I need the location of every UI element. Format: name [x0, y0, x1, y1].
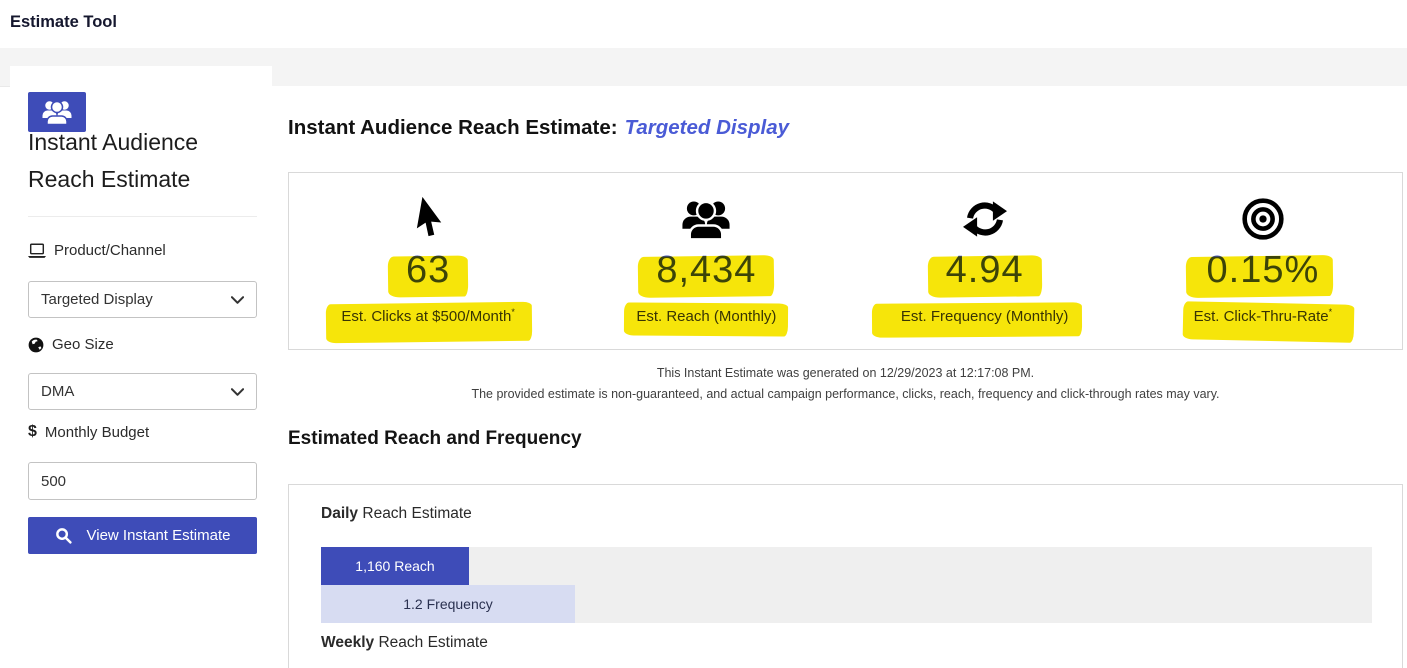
product-channel-value: Targeted Display [41, 291, 153, 308]
main-heading: Instant Audience Reach Estimate:Targeted… [288, 116, 789, 140]
dollar-icon: $ [28, 423, 37, 441]
view-instant-estimate-label: View Instant Estimate [87, 527, 231, 544]
product-channel-label: Product/Channel [28, 242, 166, 259]
stat-frequency: 4.94 Est. Frequency (Monthly) [846, 173, 1124, 349]
view-instant-estimate-button[interactable]: View Instant Estimate [28, 517, 257, 554]
stat-clicks: 63 Est. Clicks at $500/Month* [289, 173, 567, 349]
stat-reach-value: 8,434 [653, 249, 759, 292]
stat-reach: 8,434 Est. Reach (Monthly) [567, 173, 845, 349]
laptop-icon [28, 243, 46, 259]
users-icon [567, 195, 845, 243]
product-channel-select[interactable]: Targeted Display [28, 281, 257, 318]
top-bar: Estimate Tool [0, 0, 1407, 48]
weekly-reach-label: Weekly Reach Estimate [321, 634, 488, 652]
geo-size-select[interactable]: DMA [28, 373, 257, 410]
sidebar-panel: Instant Audience Reach Estimate Product/… [10, 66, 272, 668]
geo-size-label: Geo Size [28, 336, 114, 353]
stat-clicks-value: 63 [403, 249, 453, 292]
stat-ctr: 0.15% Est. Click-Thru-Rate* [1124, 173, 1402, 349]
monthly-budget-label: $ Monthly Budget [28, 423, 149, 441]
sync-icon [846, 195, 1124, 243]
daily-frequency-bar: 1.2 Frequency [321, 585, 575, 623]
stats-card: 63 Est. Clicks at $500/Month* [288, 172, 1403, 350]
daily-bar-track: 1,160 Reach 1.2 Frequency [321, 547, 1372, 623]
reach-frequency-heading: Estimated Reach and Frequency [288, 428, 582, 450]
main-content: Instant Audience Reach Estimate:Targeted… [272, 86, 1407, 668]
daily-reach-bar: 1,160 Reach [321, 547, 469, 585]
reach-frequency-card: Daily Reach Estimate 1,160 Reach 1.2 Fre… [288, 484, 1403, 668]
search-icon [55, 527, 72, 544]
generated-note: This Instant Estimate was generated on 1… [288, 366, 1403, 380]
stat-reach-label: Est. Reach (Monthly) [636, 308, 776, 325]
stat-ctr-value: 0.15% [1204, 249, 1323, 292]
stat-frequency-value: 4.94 [943, 249, 1027, 292]
daily-reach-label: Daily Reach Estimate [321, 505, 472, 523]
users-icon [41, 99, 73, 125]
sidebar-divider [28, 216, 257, 217]
stat-clicks-label: Est. Clicks at $500/Month [341, 308, 511, 325]
page-title: Estimate Tool [10, 13, 117, 32]
bullseye-icon [1124, 195, 1402, 243]
disclaimer-note: The provided estimate is non-guaranteed,… [288, 387, 1403, 401]
stat-frequency-label: Est. Frequency (Monthly) [901, 308, 1069, 325]
estimate-tool-page: Estimate Tool Instant Audience Reach Est… [0, 0, 1407, 668]
monthly-budget-input[interactable] [28, 462, 257, 500]
globe-icon [28, 337, 44, 353]
cursor-icon [289, 195, 567, 243]
heading-channel: Targeted Display [625, 116, 789, 139]
chevron-down-icon [231, 296, 244, 304]
stat-ctr-label: Est. Click-Thru-Rate [1194, 308, 1329, 325]
chevron-down-icon [231, 388, 244, 396]
sidebar-title: Instant Audience Reach Estimate [28, 124, 260, 198]
geo-size-value: DMA [41, 383, 74, 400]
